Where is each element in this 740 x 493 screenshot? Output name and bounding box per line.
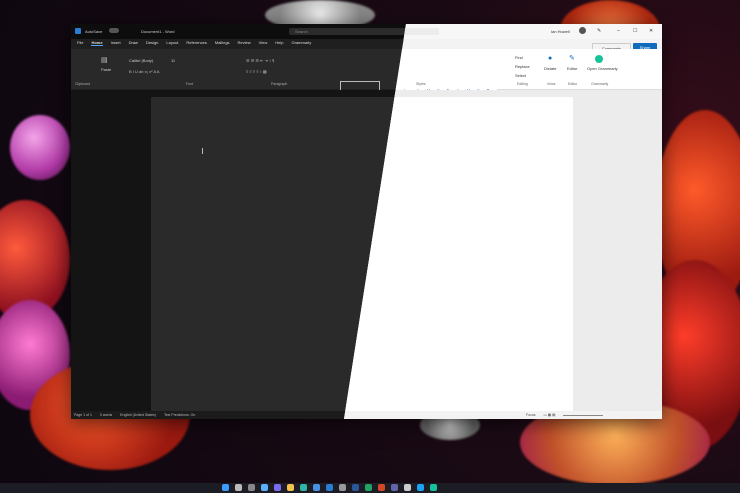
text-predictions[interactable]: Text Predictions: On bbox=[164, 413, 195, 417]
mail-icon[interactable] bbox=[326, 484, 333, 491]
view-icons[interactable]: ▭ ▦ ▤ bbox=[544, 413, 556, 417]
alignment-icons[interactable]: ≡ ≡ ≡ ≡ ↕ ▦ bbox=[246, 69, 267, 74]
select-button[interactable]: Select bbox=[515, 73, 526, 78]
word-logo-icon bbox=[75, 28, 81, 34]
maximize-icon[interactable]: ☐ bbox=[633, 28, 637, 34]
pen-icon[interactable]: ✎ bbox=[597, 28, 601, 34]
tab-view[interactable]: View bbox=[259, 40, 268, 46]
start-icon[interactable] bbox=[222, 484, 229, 491]
tab-grammarly[interactable]: Grammarly bbox=[292, 40, 312, 46]
autosave-label: AutoSave bbox=[85, 29, 103, 34]
clipboard-group-label: Clipboard bbox=[75, 82, 90, 86]
editing-group-label: Editing bbox=[517, 82, 528, 86]
word-icon[interactable] bbox=[352, 484, 359, 491]
teams-icon[interactable] bbox=[391, 484, 398, 491]
find-button[interactable]: Find bbox=[515, 55, 523, 60]
close-icon[interactable]: ✕ bbox=[649, 28, 653, 34]
autosave-toggle[interactable] bbox=[109, 28, 119, 33]
dictate-button[interactable]: Dictate bbox=[544, 66, 556, 71]
tab-layout[interactable]: Layout bbox=[166, 40, 178, 46]
taskview-icon[interactable] bbox=[248, 484, 255, 491]
edge-icon[interactable] bbox=[300, 484, 307, 491]
text-cursor bbox=[202, 148, 203, 154]
zoom-slider[interactable] bbox=[563, 414, 604, 416]
font-group-label: Font bbox=[186, 82, 194, 86]
paragraph-icons[interactable]: ☰ ☰ ☰ ⇤ ⇥ ↕ ¶ bbox=[246, 58, 274, 63]
explorer-icon[interactable] bbox=[287, 484, 294, 491]
app-icon[interactable] bbox=[404, 484, 411, 491]
editor-group-label: Editor bbox=[568, 82, 578, 86]
voice-group-label: Voice bbox=[547, 82, 556, 86]
powerpoint-icon[interactable] bbox=[378, 484, 385, 491]
tab-review[interactable]: Review bbox=[238, 40, 251, 46]
formatting-icons[interactable]: B I U ab x₂ x² A A bbox=[129, 69, 159, 74]
open-grammarly-button[interactable]: Open Grammarly bbox=[587, 66, 618, 71]
tab-file[interactable]: File bbox=[77, 40, 83, 46]
app-icon[interactable] bbox=[430, 484, 437, 491]
grammarly-icon[interactable] bbox=[595, 55, 603, 63]
app-icon[interactable] bbox=[417, 484, 424, 491]
settings-icon[interactable] bbox=[339, 484, 346, 491]
taskbar bbox=[0, 483, 740, 493]
paragraph-group-label: Paragraph bbox=[271, 82, 288, 86]
font-size-select[interactable]: 11 bbox=[171, 58, 175, 63]
chat-icon[interactable] bbox=[274, 484, 281, 491]
tab-references[interactable]: References bbox=[186, 40, 206, 46]
store-icon[interactable] bbox=[313, 484, 320, 491]
widgets-icon[interactable] bbox=[261, 484, 268, 491]
microphone-icon[interactable]: ● bbox=[548, 55, 552, 62]
grammarly-group-label: Grammarly bbox=[591, 82, 609, 86]
focus-button[interactable]: Focus bbox=[526, 413, 536, 417]
replace-button[interactable]: Replace bbox=[515, 64, 530, 69]
page-count[interactable]: Page 1 of 1 bbox=[74, 413, 92, 417]
avatar[interactable] bbox=[579, 27, 586, 34]
editor-icon[interactable]: ✎ bbox=[569, 55, 575, 62]
user-name: Ian Howell bbox=[551, 29, 570, 34]
search-icon[interactable] bbox=[235, 484, 242, 491]
tab-home[interactable]: Home bbox=[91, 40, 103, 46]
taskbar-icons bbox=[222, 484, 437, 491]
tab-draw[interactable]: Draw bbox=[129, 40, 138, 46]
paste-button[interactable]: Paste bbox=[101, 67, 111, 72]
excel-icon[interactable] bbox=[365, 484, 372, 491]
language-indicator[interactable]: English (United States) bbox=[120, 413, 156, 417]
tab-design[interactable]: Design bbox=[146, 40, 158, 46]
tab-help[interactable]: Help bbox=[275, 40, 283, 46]
doc-title: Document1 - Word bbox=[141, 29, 175, 34]
word-window[interactable]: AutoSave Document1 - Word Search File Ho… bbox=[71, 24, 662, 419]
styles-group-label: Styles bbox=[416, 82, 426, 86]
ribbon-tabs: File Home Insert Draw Design Layout Refe… bbox=[77, 40, 311, 46]
wallpaper-blob bbox=[10, 115, 70, 180]
minimize-icon[interactable]: – bbox=[617, 28, 620, 34]
font-name-select[interactable]: Calibri (Body) bbox=[129, 58, 153, 63]
tab-mailings[interactable]: Mailings bbox=[215, 40, 230, 46]
paste-icon[interactable]: ▤ bbox=[101, 57, 108, 64]
tab-insert[interactable]: Insert bbox=[111, 40, 121, 46]
editor-button[interactable]: Editor bbox=[567, 66, 577, 71]
word-count[interactable]: 0 words bbox=[100, 413, 112, 417]
